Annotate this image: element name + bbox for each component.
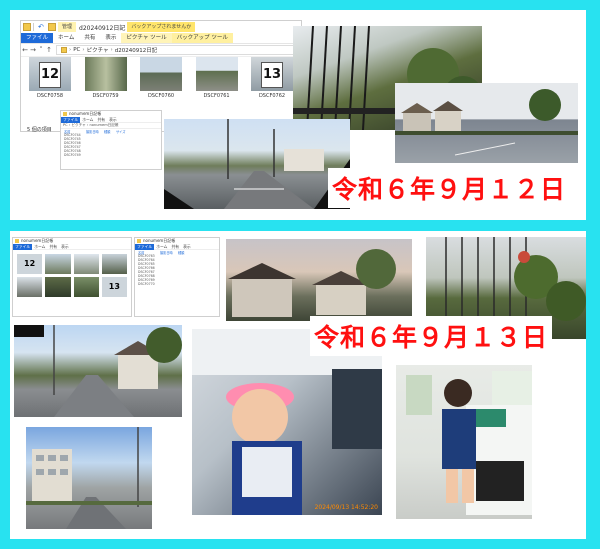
road-graphic: [164, 119, 350, 209]
tab-file[interactable]: ファイル: [21, 33, 54, 43]
parking-lot-photo: [395, 83, 578, 163]
column-header[interactable]: 種類: [178, 250, 190, 255]
thumbnail-image: 12: [29, 57, 71, 91]
item-count-status: 5 個の項目: [27, 127, 52, 133]
tab-backup-tools[interactable]: バックアップ ツール: [171, 33, 233, 43]
file-thumbnail[interactable]: 13 DSCF0762: [249, 57, 295, 119]
date-banner: 令和６年９月１３日: [310, 316, 553, 356]
bottom-panel: nonumem日記帳 ファイル ホーム 共有 表示 12 13 nonumem日…: [10, 231, 586, 539]
chevron-right-icon: ›: [110, 47, 113, 53]
tab-view[interactable]: 表示: [100, 33, 121, 43]
date-sign: 13: [261, 62, 283, 88]
column-header[interactable]: 撮影日時: [160, 250, 178, 255]
separator: [33, 23, 34, 31]
street-photo: [14, 325, 182, 417]
thumbnail-image: [84, 57, 127, 91]
address-bar[interactable]: › PC › ピクチャ › d20240912日記: [56, 45, 301, 55]
file-name: DSCF0761: [203, 93, 230, 99]
file-thumbnail[interactable]: [101, 254, 127, 274]
top-panel: ↶ 管理 d20240912日記 バックアップされませんか ファイル ホーム 共…: [10, 10, 586, 220]
title-bar: ↶ 管理 d20240912日記 バックアップされませんか: [21, 21, 301, 33]
dashcam-road-photo: [164, 119, 350, 209]
up-arrow-icon[interactable]: ↑: [45, 46, 53, 54]
file-name: DSCF0760: [147, 93, 175, 99]
address-bar-row: ← → ˅ ↑ › PC › ピクチャ › d20240912日記: [21, 44, 301, 57]
file-name: DSCF0749: [64, 153, 81, 157]
file-thumbnail[interactable]: DSCF0761: [194, 57, 240, 119]
forward-arrow-icon[interactable]: →: [29, 46, 37, 54]
thumbnail-image: [195, 57, 238, 91]
file-thumbnail[interactable]: 13: [101, 277, 127, 297]
scene-graphic: [14, 325, 182, 417]
tab-share[interactable]: 共有: [47, 244, 59, 250]
chevron-right-icon: ›: [69, 47, 72, 53]
tab-share[interactable]: 共有: [79, 33, 100, 43]
tab-home[interactable]: ホーム: [53, 33, 79, 43]
file-thumbnail[interactable]: [17, 277, 43, 297]
column-header[interactable]: サイズ: [116, 129, 128, 134]
tab-file[interactable]: ファイル: [61, 116, 81, 123]
undo-icon[interactable]: ↶: [38, 23, 46, 31]
file-thumbnail[interactable]: [73, 277, 99, 297]
file-name: DSCF0758: [36, 93, 64, 99]
tab-view[interactable]: 表示: [107, 117, 119, 123]
tab-share[interactable]: 共有: [95, 117, 107, 123]
date-banner: 令和６年９月１２日: [328, 168, 571, 208]
ribbon-tabs: ファイル ホーム 共有 表示 ピクチャ ツール バックアップ ツール: [21, 33, 301, 44]
folder-icon: [61, 47, 67, 53]
file-thumbnail[interactable]: [45, 254, 71, 274]
scene-graphic: [192, 329, 382, 515]
thumbnail-image: 13: [251, 57, 293, 91]
houses-photo: [226, 239, 412, 321]
chevron-right-icon: ›: [82, 47, 85, 53]
scene-graphic: [406, 371, 532, 515]
breadcrumb-pc[interactable]: PC: [73, 47, 80, 53]
file-thumbnail[interactable]: [73, 254, 99, 274]
scene-graphic: [395, 89, 578, 156]
file-name: DSCF0762: [258, 93, 286, 99]
window-title: d20240912日記: [79, 24, 126, 32]
apartment-street-photo: [26, 427, 152, 529]
file-thumbnail[interactable]: [45, 277, 71, 297]
file-list-window: nonumem日記帳 ファイル ホーム 共有 表示 名前 撮影日時 種類 DSC…: [134, 237, 220, 317]
tab-home[interactable]: ホーム: [32, 244, 47, 250]
context-tab-backup[interactable]: バックアップされませんか: [127, 22, 196, 32]
folder-icon: [137, 239, 141, 243]
column-header[interactable]: 撮影日時: [86, 129, 104, 134]
date-sign: 12: [39, 62, 61, 88]
child-at-kiosk-photo: [396, 365, 532, 519]
scene-graphic: [228, 249, 396, 317]
breadcrumb-folder[interactable]: d20240912日記: [115, 46, 158, 54]
column-header[interactable]: 種類: [104, 129, 116, 134]
breadcrumb-pictures[interactable]: ピクチャ: [87, 46, 109, 54]
file-thumbnail[interactable]: 12: [17, 254, 43, 274]
context-tab-manage[interactable]: 管理: [58, 22, 77, 32]
file-name: DSCF0759: [92, 93, 119, 99]
back-arrow-icon[interactable]: ←: [21, 46, 29, 54]
file-list-window: nonumem日記帳 ファイル ホーム 共有 表示 PC › ピクチャ › no…: [60, 110, 162, 170]
scene-graphic: [26, 427, 152, 529]
chevron-down-icon[interactable]: ˅: [37, 46, 45, 54]
file-explorer-window: nonumem日記帳 ファイル ホーム 共有 表示 12 13: [12, 237, 132, 317]
child-in-car-photo: 2024/09/13 14:52:20: [192, 329, 382, 515]
folder-icon: [23, 23, 31, 31]
tab-view[interactable]: 表示: [59, 244, 71, 250]
thumbnail-grid: 12 13: [13, 250, 131, 301]
folder-icon: [15, 239, 19, 243]
tab-home[interactable]: ホーム: [80, 117, 95, 123]
folder-icon: [63, 112, 67, 116]
folder-icon: [48, 23, 56, 31]
collage-frame: ↶ 管理 d20240912日記 バックアップされませんか ファイル ホーム 共…: [0, 0, 600, 549]
tab-file[interactable]: ファイル: [13, 243, 33, 250]
photo-timestamp: 2024/09/13 14:52:20: [314, 504, 378, 511]
tab-picture-tools[interactable]: ピクチャ ツール: [121, 33, 172, 43]
list-item[interactable]: DSCF0770: [135, 282, 219, 286]
list-item[interactable]: DSCF0749: [61, 153, 161, 157]
file-name: DSCF0770: [138, 282, 155, 286]
thumbnail-image: [140, 57, 182, 91]
